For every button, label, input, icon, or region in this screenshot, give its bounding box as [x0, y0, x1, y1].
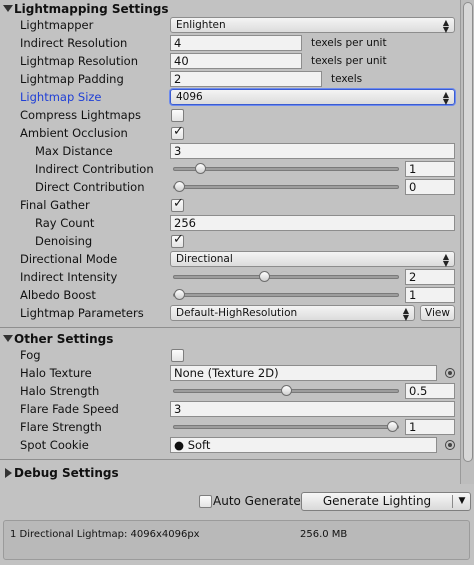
max-distance-label: Max Distance — [35, 144, 113, 158]
flare-strength-field[interactable]: 1 — [405, 419, 455, 435]
lightmap-resolution-unit: texels per unit — [311, 55, 387, 67]
compress-lightmaps-checkbox[interactable] — [171, 109, 184, 122]
slider-thumb[interactable] — [259, 271, 271, 282]
halo-strength-field[interactable]: 0.5 — [405, 383, 455, 399]
flare-strength-label: Flare Strength — [20, 420, 102, 434]
ray-count-label: Ray Count — [35, 216, 95, 230]
object-picker-icon[interactable] — [445, 368, 455, 378]
denoising-checkbox[interactable]: ✓ — [171, 232, 184, 248]
lightmap-resolution-field[interactable]: 40 — [170, 53, 302, 69]
bottom-toolbar: Auto Generate Generate Lighting ▼ 1 Dire… — [0, 484, 474, 565]
lightmap-parameters-label: Lightmap Parameters — [20, 306, 144, 320]
lightmap-size-value: 4096 — [176, 91, 203, 103]
lighting-inspector-panel: Lightmapping Settings Lightmapper Enligh… — [0, 0, 460, 484]
fog-label: Fog — [20, 348, 41, 362]
indirect-intensity-field[interactable]: 2 — [405, 269, 455, 285]
dropdown-arrows-icon: ▲ ▼ — [442, 18, 449, 34]
halo-texture-field[interactable]: None (Texture 2D) — [170, 365, 437, 381]
denoising-label: Denoising — [35, 234, 93, 248]
indirect-contribution-field[interactable]: 1 — [405, 161, 455, 177]
foldout-open-icon[interactable] — [3, 335, 13, 342]
indirect-intensity-label: Indirect Intensity — [20, 270, 118, 284]
lightmap-resolution-label: Lightmap Resolution — [20, 54, 138, 68]
other-settings-header[interactable]: Other Settings — [0, 330, 460, 348]
indirect-contribution-label: Indirect Contribution — [35, 162, 154, 176]
vertical-scrollbar[interactable] — [460, 0, 474, 484]
lightmap-info-text: 1 Directional Lightmap: 4096x4096px — [10, 529, 200, 540]
spot-cookie-field[interactable]: ● Soft — [170, 437, 437, 453]
indirect-contribution-slider[interactable] — [173, 163, 399, 174]
direct-contribution-label: Direct Contribution — [35, 180, 145, 194]
halo-strength-slider[interactable] — [173, 385, 399, 396]
auto-generate-label: Auto Generate — [213, 494, 301, 508]
object-picker-icon[interactable] — [445, 440, 455, 450]
slider-thumb[interactable] — [195, 163, 207, 174]
lightmap-parameters-value: Default-HighResolution — [176, 307, 298, 319]
lightmapping-settings-title: Lightmapping Settings — [14, 2, 169, 16]
lightmap-size-dropdown[interactable]: 4096 ▲ ▼ — [170, 89, 455, 106]
dropdown-arrow-icon[interactable]: ▼ — [453, 493, 471, 510]
lightmap-padding-field[interactable]: 2 — [170, 71, 322, 87]
generate-lighting-label: Generate Lighting — [322, 494, 432, 508]
lightmap-size-mb: 256.0 MB — [300, 529, 348, 540]
debug-settings-title: Debug Settings — [14, 466, 119, 480]
final-gather-label: Final Gather — [20, 198, 90, 212]
lightmapper-label: Lightmapper — [20, 18, 94, 32]
ambient-occlusion-checkbox[interactable]: ✓ — [171, 124, 184, 140]
flare-fade-speed-field[interactable]: 3 — [170, 401, 455, 417]
albedo-boost-field[interactable]: 1 — [405, 287, 455, 303]
direct-contribution-field[interactable]: 0 — [405, 179, 455, 195]
texture-thumbnail-icon: ● — [174, 438, 185, 452]
foldout-closed-icon[interactable] — [5, 468, 12, 478]
spot-cookie-value: Soft — [187, 438, 211, 452]
section-divider — [0, 327, 460, 328]
lightmap-info-box: 1 Directional Lightmap: 4096x4096px 256.… — [3, 520, 470, 560]
directional-mode-label: Directional Mode — [20, 252, 118, 266]
indirect-resolution-field[interactable]: 4 — [170, 35, 302, 51]
direct-contribution-slider[interactable] — [173, 181, 399, 192]
checkmark-icon: ✓ — [173, 124, 184, 139]
view-parameters-button[interactable]: View — [420, 305, 455, 321]
flare-fade-speed-label: Flare Fade Speed — [20, 402, 119, 416]
lightmap-parameters-dropdown[interactable]: Default-HighResolution ▲ ▼ — [170, 305, 415, 322]
dropdown-arrows-icon: ▲ ▼ — [442, 252, 449, 268]
ambient-occlusion-label: Ambient Occlusion — [20, 126, 128, 140]
auto-generate-checkbox[interactable] — [199, 495, 212, 508]
checkmark-icon: ✓ — [173, 196, 184, 211]
albedo-boost-slider[interactable] — [173, 289, 399, 300]
max-distance-field[interactable]: 3 — [170, 143, 455, 159]
slider-thumb[interactable] — [280, 385, 292, 396]
dropdown-arrows-icon: ▲ ▼ — [442, 90, 449, 106]
lightmap-size-label: Lightmap Size — [20, 90, 102, 104]
indirect-resolution-unit: texels per unit — [311, 37, 387, 49]
spot-cookie-label: Spot Cookie — [20, 438, 89, 452]
dropdown-arrows-icon: ▲ ▼ — [402, 306, 409, 322]
lightmap-padding-label: Lightmap Padding — [20, 72, 124, 86]
foldout-open-icon[interactable] — [3, 5, 13, 12]
slider-thumb[interactable] — [174, 289, 185, 300]
ray-count-field[interactable]: 256 — [170, 215, 455, 231]
lightmapper-dropdown[interactable]: Enlighten ▲ ▼ — [170, 17, 455, 34]
debug-settings-header[interactable]: Debug Settings — [0, 464, 460, 482]
other-settings-title: Other Settings — [14, 332, 114, 346]
compress-lightmaps-label: Compress Lightmaps — [20, 108, 141, 122]
generate-lighting-button[interactable]: Generate Lighting ▼ — [301, 492, 471, 511]
slider-thumb[interactable] — [174, 181, 185, 192]
section-divider — [0, 459, 460, 460]
albedo-boost-label: Albedo Boost — [20, 288, 96, 302]
lightmapper-value: Enlighten — [176, 19, 226, 31]
final-gather-checkbox[interactable]: ✓ — [171, 196, 184, 212]
fog-checkbox[interactable] — [171, 349, 184, 362]
directional-mode-dropdown[interactable]: Directional ▲ ▼ — [170, 251, 455, 268]
indirect-resolution-label: Indirect Resolution — [20, 36, 128, 50]
scrollbar-thumb[interactable] — [463, 2, 473, 462]
halo-texture-label: Halo Texture — [20, 366, 92, 380]
slider-thumb[interactable] — [387, 421, 398, 432]
flare-strength-slider[interactable] — [173, 421, 399, 432]
directional-mode-value: Directional — [176, 253, 233, 265]
lightmap-padding-unit: texels — [331, 73, 363, 85]
halo-strength-label: Halo Strength — [20, 384, 100, 398]
indirect-intensity-slider[interactable] — [173, 271, 399, 282]
checkmark-icon: ✓ — [173, 232, 184, 247]
